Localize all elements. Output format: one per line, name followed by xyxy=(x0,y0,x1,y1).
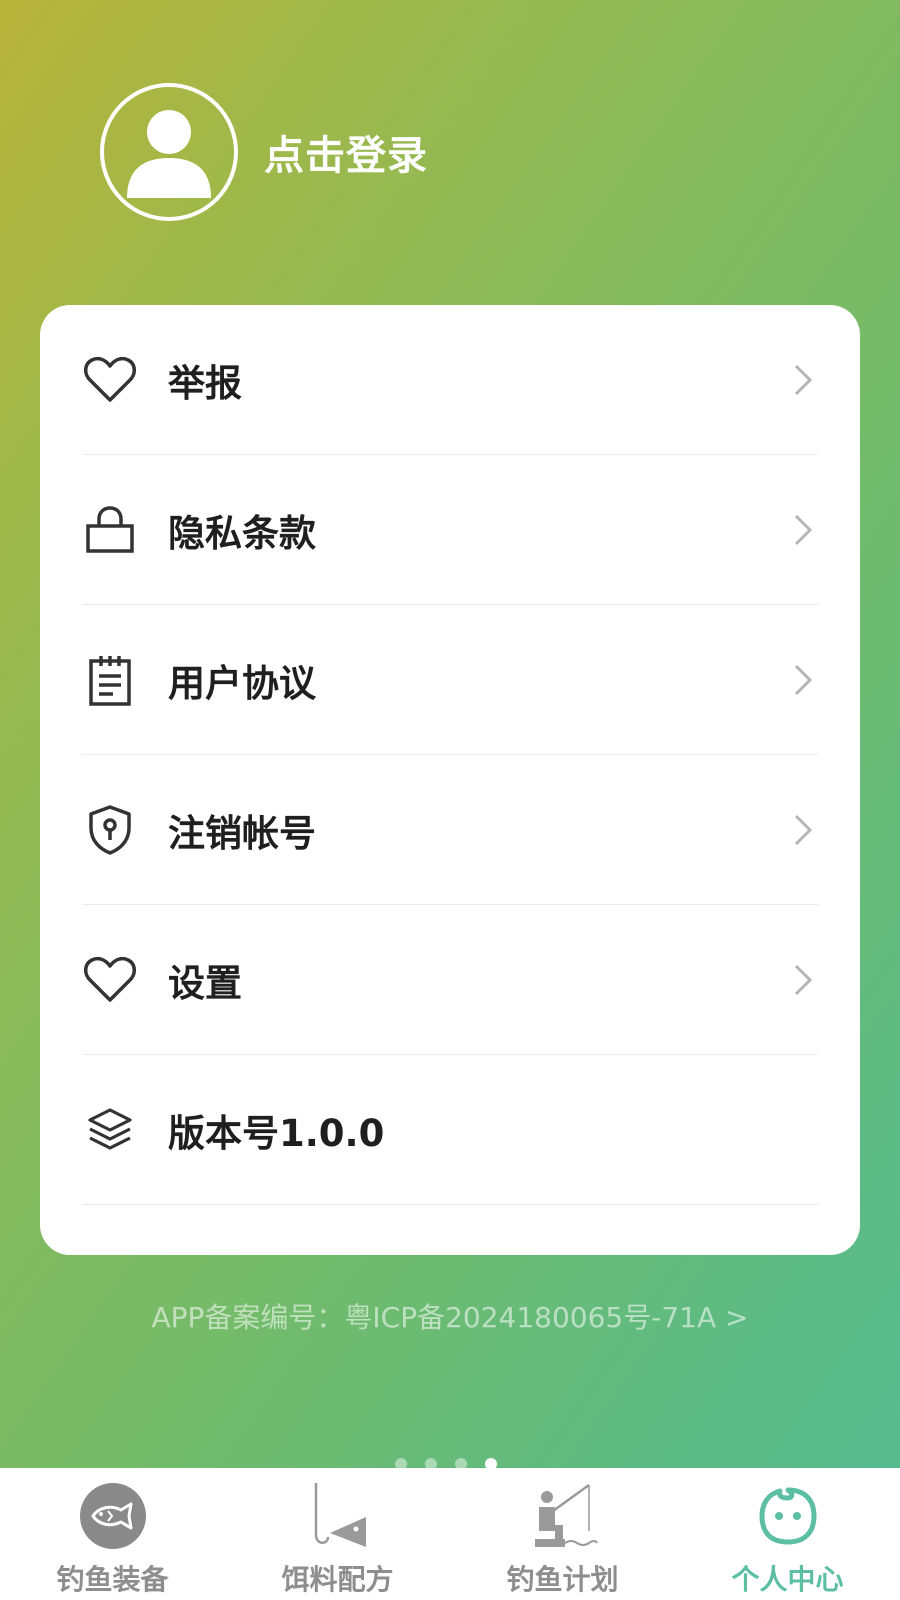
layers-icon xyxy=(82,1102,138,1158)
chevron-right-icon xyxy=(788,360,818,400)
menu-item-label: 举报 xyxy=(168,361,242,405)
lock-icon xyxy=(82,502,138,558)
user-icon xyxy=(127,110,211,198)
menu-item-label: 设置 xyxy=(168,961,242,1005)
notepad-icon xyxy=(82,652,138,708)
menu-item-user-agreement[interactable]: 用户协议 xyxy=(82,605,818,755)
menu-item-delete-account[interactable]: 注销帐号 xyxy=(82,755,818,905)
smiley-face-icon xyxy=(750,1480,826,1552)
menu-item-label: 注销帐号 xyxy=(168,811,316,855)
tab-personal-center[interactable]: 个人中心 xyxy=(675,1468,900,1600)
tab-fishing-gear[interactable]: 钓鱼装备 xyxy=(0,1468,225,1600)
login-label[interactable]: 点击登录 xyxy=(264,123,428,181)
tab-label: 个人中心 xyxy=(731,1563,844,1596)
menu-item-privacy[interactable]: 隐私条款 xyxy=(82,455,818,605)
tab-label: 钓鱼计划 xyxy=(506,1563,619,1596)
fisherman-icon xyxy=(525,1480,601,1552)
bottom-tab-bar: 钓鱼装备 饵料配方 钓鱼计划 个人中心 xyxy=(0,1468,900,1600)
chevron-right-icon xyxy=(788,510,818,550)
menu-card: 举报 隐私条款 用户协议 注销帐号 设置 版本号1.0.0 xyxy=(40,305,860,1255)
heart-icon xyxy=(82,952,138,1008)
shield-keyhole-icon xyxy=(82,802,138,858)
icp-record-link[interactable]: APP备案编号：粤ICP备2024180065号-71A > xyxy=(0,1296,900,1336)
fish-icon xyxy=(75,1480,151,1552)
menu-item-label: 隐私条款 xyxy=(168,511,316,555)
hook-bait-icon xyxy=(300,1480,376,1552)
menu-item-label: 用户协议 xyxy=(168,661,316,705)
version-label: 版本号1.0.0 xyxy=(168,1111,385,1155)
menu-item-settings[interactable]: 设置 xyxy=(82,905,818,1055)
tab-bait-recipe[interactable]: 饵料配方 xyxy=(225,1468,450,1600)
chevron-right-icon xyxy=(788,660,818,700)
tab-label: 饵料配方 xyxy=(281,1563,394,1596)
tab-fishing-plan[interactable]: 钓鱼计划 xyxy=(450,1468,675,1600)
menu-item-version: 版本号1.0.0 xyxy=(82,1055,818,1205)
avatar[interactable] xyxy=(100,83,238,221)
profile-header[interactable]: 点击登录 xyxy=(100,80,428,224)
chevron-right-icon xyxy=(788,810,818,850)
tab-label: 钓鱼装备 xyxy=(56,1563,169,1596)
menu-item-report[interactable]: 举报 xyxy=(82,305,818,455)
chevron-right-icon xyxy=(788,960,818,1000)
heart-icon xyxy=(82,352,138,408)
